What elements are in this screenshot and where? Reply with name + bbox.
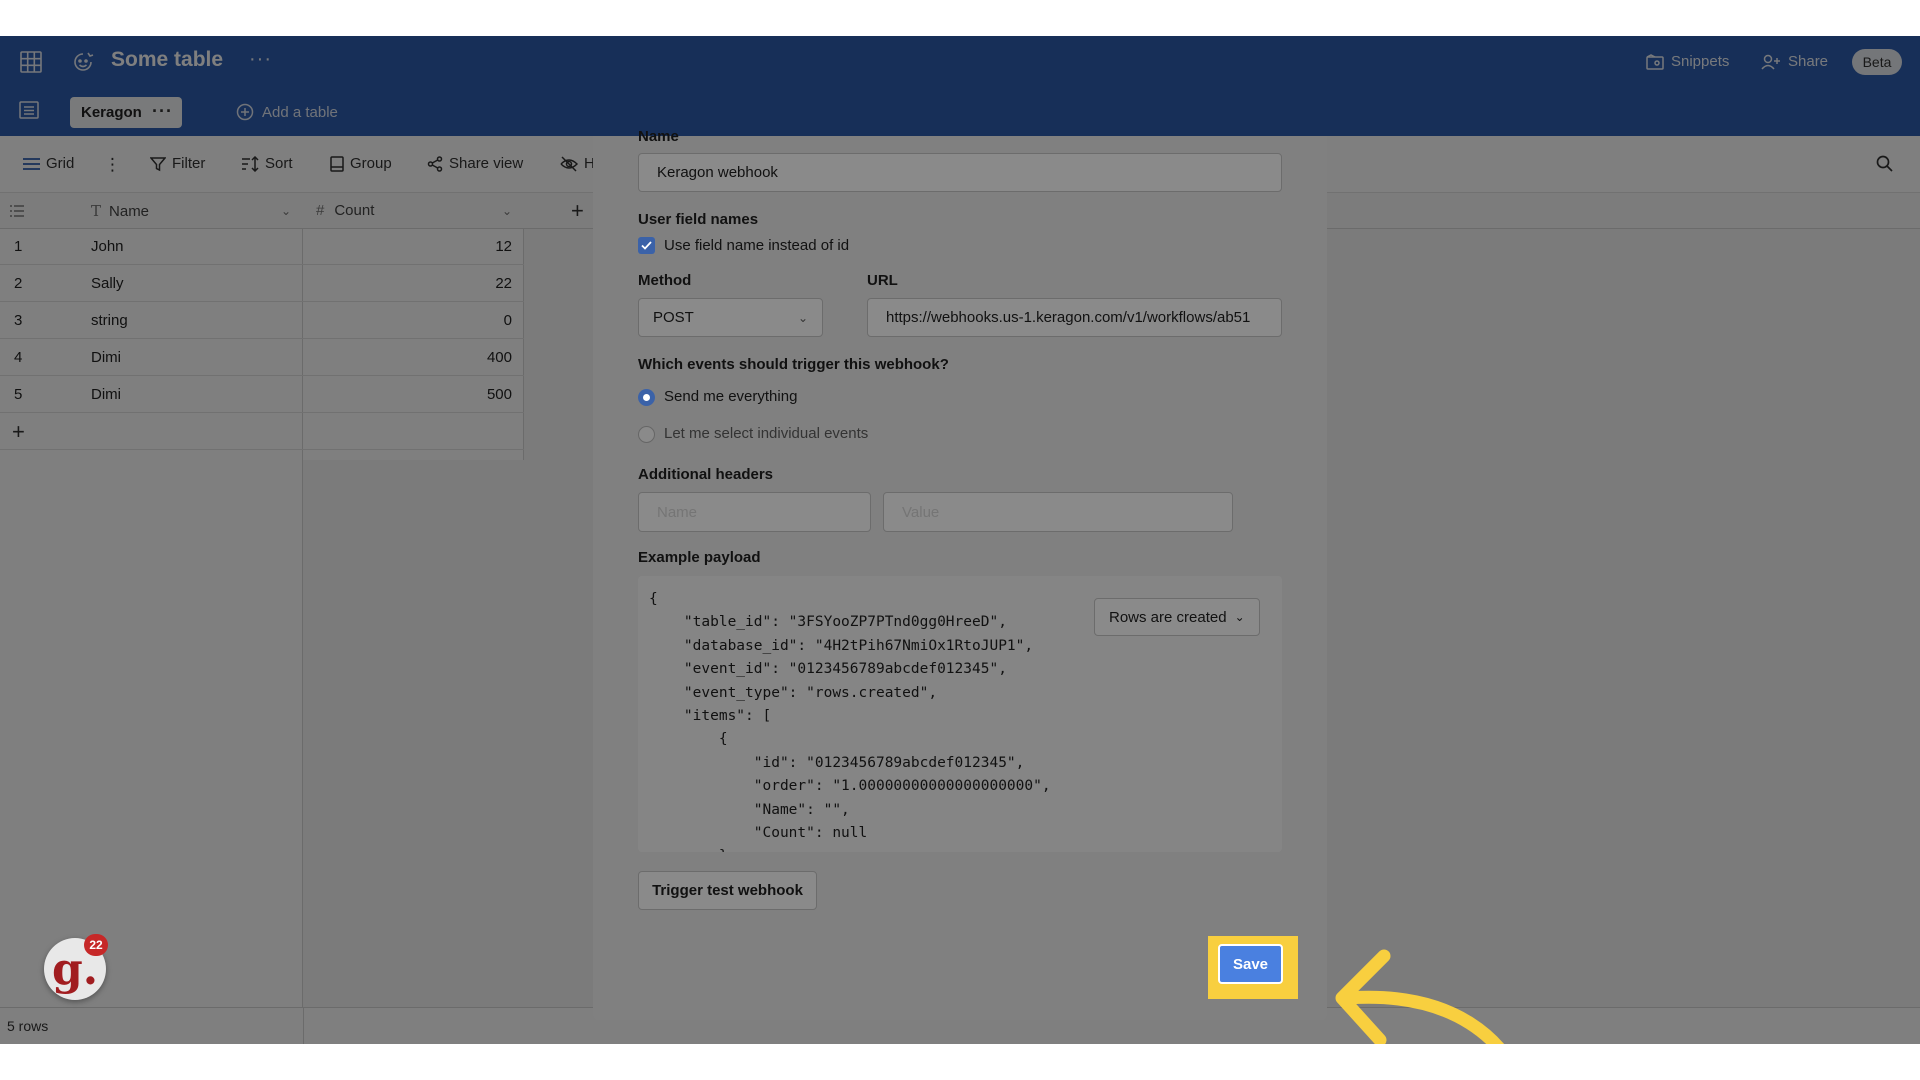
radio-unselected-icon[interactable] [638,426,655,443]
radio-selected-icon[interactable] [638,389,655,406]
option-send-everything[interactable]: Send me everything [664,388,797,405]
payload-event-value: Rows are created [1109,608,1227,626]
webhook-modal: Name Keragon webhook User field names Us… [593,128,1327,1020]
url-label: URL [867,272,898,289]
chevron-down-icon: ⌄ [1234,610,1245,624]
header-name-input[interactable] [638,492,871,532]
method-label: Method [638,272,692,289]
header-value-input[interactable] [883,492,1233,532]
name-label: Name [638,128,679,145]
checkbox-checked-icon[interactable] [638,237,655,254]
chevron-down-icon: ⌄ [797,310,808,325]
url-input[interactable]: https://webhooks.us-1.keragon.com/v1/wor… [867,298,1282,337]
method-value: POST [653,309,694,326]
user-field-names-label: User field names [638,211,759,228]
payload-preview[interactable]: { "table_id": "3FSYooZP7PTnd0gg0HreeD", … [638,576,1282,852]
method-select[interactable]: POST ⌄ [638,298,823,337]
pointer-arrow-icon [1335,949,1505,1044]
payload-code: { "table_id": "3FSYooZP7PTnd0gg0HreeD", … [649,591,1051,852]
example-payload-label: Example payload [638,549,761,566]
notification-count-badge: 22 [84,934,108,956]
events-question: Which events should trigger this webhook… [638,356,949,373]
save-button[interactable]: Save [1218,944,1283,984]
additional-headers-label: Additional headers [638,466,774,483]
webhook-name-input[interactable]: Keragon webhook [638,153,1282,192]
app-screen: Some table ··· Snippets Share Beta Kerag… [0,36,1920,1044]
option-select-individual[interactable]: Let me select individual events [664,425,868,442]
trigger-test-button[interactable]: Trigger test webhook [638,871,817,910]
payload-event-select[interactable]: Rows are created ⌄ [1094,598,1260,636]
use-field-name-label[interactable]: Use field name instead of id [664,237,849,254]
